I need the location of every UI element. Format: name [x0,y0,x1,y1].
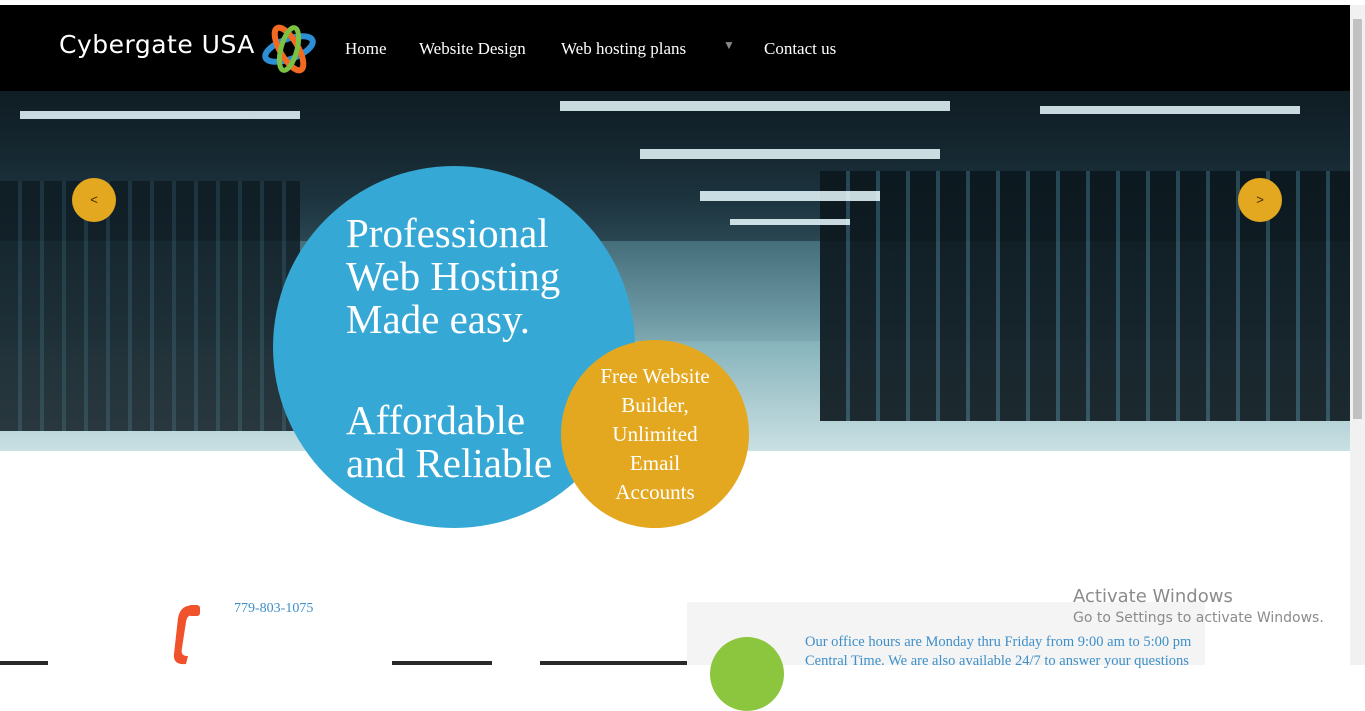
office-hours-text: Our office hours are Monday thru Friday … [805,633,1200,671]
taskbar-edge [392,661,492,665]
ceiling-light [560,101,950,111]
smiley-icon [710,637,784,711]
ceiling-light [730,219,850,225]
slider-next-button[interactable]: > [1238,178,1282,222]
nav-home[interactable]: Home [345,39,387,59]
hours-line: Central Time. We are also available 24/7… [805,653,1189,669]
windows-activation-watermark: Activate Windows Go to Settings to activ… [1073,586,1324,626]
brand-name[interactable]: Cybergate USA [59,30,255,59]
ceiling-light [700,191,880,201]
hours-line: Our office hours are Monday thru Friday … [805,634,1192,650]
hero-subheadline-line: and Reliable [346,440,553,486]
taskbar-edge [540,661,687,665]
nav-contact-us[interactable]: Contact us [764,39,836,59]
phone-number[interactable]: 779-803-1075 [234,601,313,617]
ceiling-light [20,111,300,119]
server-rack-left [0,181,300,431]
site-header: Cybergate USA Home Website Design Web ho… [0,5,1350,91]
badge-line: Free Website [600,364,710,388]
badge-text: Free Website Builder, Unlimited Email Ac… [561,362,749,507]
nav-website-design[interactable]: Website Design [419,39,526,59]
triangle-down-icon[interactable]: ▼ [723,38,735,53]
watermark-title: Activate Windows [1073,586,1233,607]
watermark-subtitle: Go to Settings to activate Windows. [1073,610,1324,626]
badge-line: Builder, [621,393,689,417]
slider-prev-button[interactable]: < [72,178,116,222]
ceiling-light [1040,106,1300,114]
page-scrollbar[interactable] [1350,5,1365,665]
taskbar-edge [0,661,48,665]
hero-headline-line: Professional [346,210,549,256]
badge-line: Unlimited [612,422,698,446]
nav-web-hosting-plans[interactable]: Web hosting plans [561,39,686,59]
scrollbar-thumb[interactable] [1353,19,1362,419]
hero-headline-line: Web Hosting [346,253,561,299]
ceiling-light [640,149,940,159]
hero-subheadline-line: Affordable [346,397,526,443]
badge-line: Accounts [615,480,695,504]
hero-headline-line: Made easy. [346,296,531,342]
badge-line: Email [629,451,681,475]
phone-icon [173,605,200,665]
logo-icon[interactable] [261,21,317,77]
